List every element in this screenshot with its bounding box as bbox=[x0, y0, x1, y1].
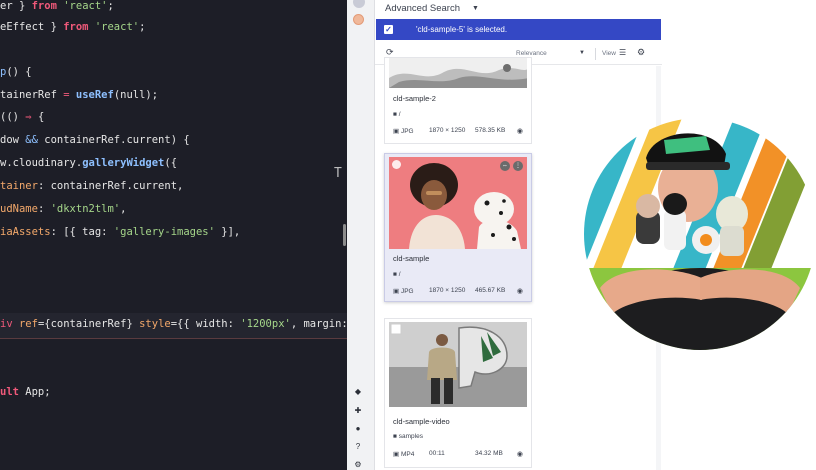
asset-title: cld-sample-video bbox=[393, 417, 450, 426]
image-icon: ▣ bbox=[393, 128, 400, 135]
code-editor[interactable]: er } from 'react'; eEffect } from 'react… bbox=[0, 0, 347, 470]
split-divider-handle[interactable] bbox=[343, 224, 346, 246]
code-line-5: (() ⇒ { bbox=[0, 111, 45, 123]
asset-card[interactable]: cld-sample-2 ■ / ▣ JPG 1870 × 1250 578.3… bbox=[384, 57, 532, 144]
folder-icon: ■ bbox=[393, 433, 397, 440]
asset-type: ▣ JPG bbox=[393, 127, 414, 135]
asset-dimensions: 1870 × 1250 bbox=[429, 127, 466, 134]
globe-icon[interactable]: ◉ bbox=[517, 127, 523, 135]
selection-banner: ✓ 'cld-sample-5' is selected. bbox=[376, 19, 661, 40]
video-icon: ▣ bbox=[393, 451, 400, 458]
image-icon: ▣ bbox=[393, 288, 400, 295]
asset-folder: ■ / bbox=[393, 111, 401, 118]
screen-frame: er } from 'react'; eEffect } from 'react… bbox=[0, 0, 816, 470]
code-line-1: er } from 'react'; bbox=[0, 0, 114, 12]
folder-path: / bbox=[398, 111, 401, 118]
folder-icon: ■ bbox=[393, 111, 397, 118]
more-options-icon[interactable]: ⋮ bbox=[513, 161, 523, 171]
profile-avatar-icon[interactable] bbox=[353, 0, 365, 8]
puzzle-icon[interactable]: ✚ bbox=[353, 406, 363, 416]
code-line-6: dow && containerRef.current) { bbox=[0, 134, 190, 146]
sort-dropdown[interactable]: Relevance bbox=[516, 50, 547, 57]
snowy-landscape-image bbox=[389, 58, 527, 88]
asset-size: 34.32 MB bbox=[475, 450, 503, 457]
asset-folder: ■ samples bbox=[393, 433, 423, 440]
code-line-3: p() { bbox=[0, 66, 32, 78]
presenter-webcam bbox=[584, 118, 816, 350]
code-line-12: ult App; bbox=[0, 386, 51, 398]
code-line-11: iv ref={containerRef} style={{ width: '1… bbox=[0, 318, 347, 330]
checkbox-icon[interactable]: ✓ bbox=[384, 25, 393, 34]
asset-title: cld-sample bbox=[393, 254, 430, 263]
asset-format: MP4 bbox=[400, 451, 415, 458]
code-line-9: udName: 'dkxtn2tlm', bbox=[0, 203, 127, 215]
asset-size: 465.67 KB bbox=[475, 287, 506, 294]
person-with-mural-video-thumbnail bbox=[389, 322, 527, 407]
asset-dimensions: 1870 × 1250 bbox=[429, 287, 466, 294]
browser-sidebar-strip bbox=[347, 0, 375, 470]
extension-avatar-icon[interactable] bbox=[353, 14, 364, 25]
folder-path: samples bbox=[398, 433, 423, 440]
code-line-10: iaAssets: [{ tag: 'gallery-images' }], bbox=[0, 226, 241, 238]
asset-card-selected[interactable]: ⇔ ⋮ cld-sample ■ / ▣ JPG 1870 × 1250 465… bbox=[384, 153, 532, 302]
asset-thumbnail[interactable] bbox=[389, 58, 527, 88]
caret-down-icon[interactable]: ▼ bbox=[472, 5, 479, 12]
selection-message: 'cld-sample-5' is selected. bbox=[416, 25, 508, 34]
help-icon[interactable]: ? bbox=[353, 442, 363, 452]
asset-format: JPG bbox=[400, 128, 414, 135]
gear-icon[interactable]: ⚙ bbox=[637, 47, 645, 58]
list-view-icon[interactable]: ☰ bbox=[619, 48, 626, 57]
code-line-4: tainerRef = useRef(null); bbox=[0, 89, 159, 101]
asset-folder: ■ / bbox=[393, 271, 401, 278]
presenter-with-toys-image bbox=[584, 118, 816, 350]
asset-thumbnail[interactable] bbox=[389, 322, 527, 407]
code-line-7: w.cloudinary.galleryWidget({ bbox=[0, 157, 178, 169]
asset-title: cld-sample-2 bbox=[393, 94, 436, 103]
select-checkbox-icon[interactable] bbox=[392, 160, 401, 169]
text-cursor-icon: T bbox=[334, 166, 342, 181]
user-icon[interactable]: ● bbox=[353, 424, 363, 434]
globe-icon[interactable]: ◉ bbox=[517, 287, 523, 295]
code-line-2: eEffect } from 'react'; bbox=[0, 21, 146, 33]
asset-card[interactable]: cld-sample-video ■ samples ▣ MP4 00:11 3… bbox=[384, 318, 532, 468]
gift-icon[interactable]: ◆ bbox=[353, 387, 363, 397]
asset-thumbnail[interactable]: ⇔ ⋮ bbox=[389, 157, 527, 249]
globe-icon[interactable]: ◉ bbox=[517, 450, 523, 458]
settings-icon[interactable]: ⚙ bbox=[353, 460, 363, 470]
advanced-search-toggle[interactable]: Advanced Search bbox=[385, 3, 460, 14]
code-line-8: tainer: containerRef.current, bbox=[0, 180, 184, 192]
asset-type: ▣ MP4 bbox=[393, 450, 414, 458]
toolbar-divider bbox=[595, 48, 596, 60]
folder-path: / bbox=[398, 271, 401, 278]
asset-type: ▣ JPG bbox=[393, 287, 414, 295]
chevron-down-icon[interactable]: ▼ bbox=[579, 50, 585, 56]
asset-format: JPG bbox=[400, 288, 414, 295]
asset-size: 578.35 KB bbox=[475, 127, 506, 134]
expand-icon[interactable]: ⇔ bbox=[500, 161, 510, 171]
view-label[interactable]: View bbox=[602, 50, 616, 57]
asset-duration: 00:11 bbox=[429, 450, 445, 457]
folder-icon: ■ bbox=[393, 271, 397, 278]
